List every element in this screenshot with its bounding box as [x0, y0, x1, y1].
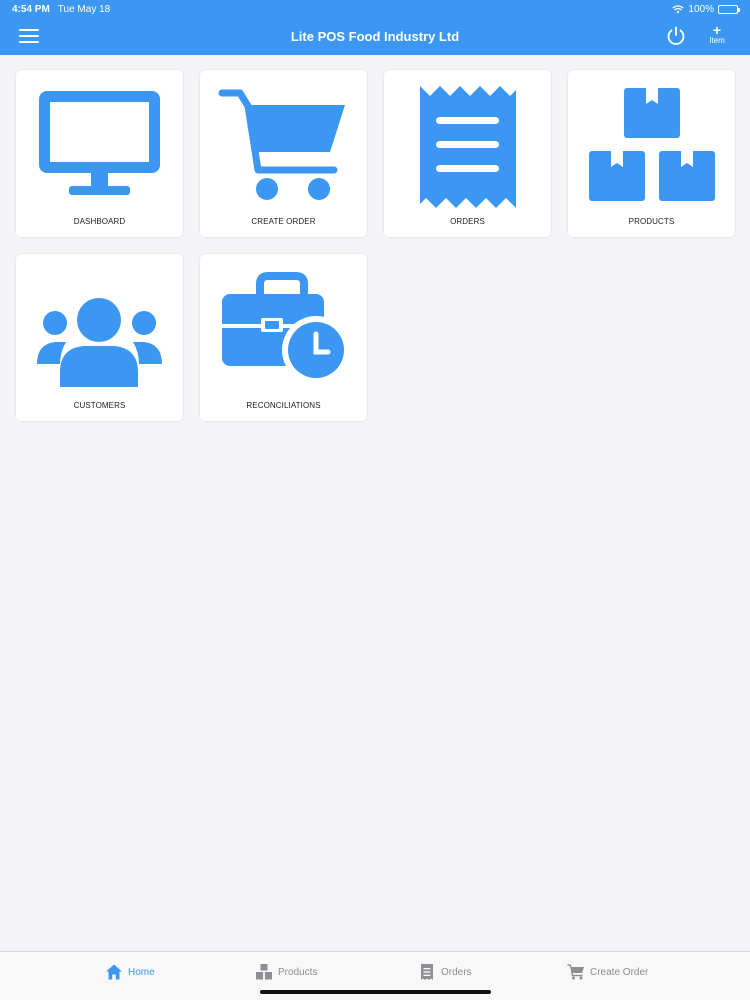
add-item-button[interactable]: + Item	[703, 22, 731, 50]
tab-label: Home	[128, 966, 155, 978]
tile-label: RECONCILIATIONS	[246, 401, 321, 410]
status-time: 4:54 PM	[12, 3, 50, 15]
receipt-icon	[420, 86, 516, 208]
home-icon	[106, 964, 122, 980]
people-icon	[37, 298, 162, 387]
tile-label: ORDERS	[450, 217, 485, 226]
tile-customers[interactable]: CUSTOMERS	[16, 254, 183, 421]
tab-home[interactable]: Home	[105, 961, 155, 983]
boxes-icon	[589, 88, 715, 201]
tile-create-order[interactable]: CREATE ORDER	[200, 70, 367, 237]
power-icon[interactable]	[665, 25, 687, 47]
status-date: Tue May 18	[57, 3, 111, 15]
shopping-cart-icon	[567, 964, 584, 980]
tile-products[interactable]: PRODUCTS	[568, 70, 735, 237]
tab-label: Create Order	[590, 966, 649, 978]
wifi-icon	[672, 4, 685, 13]
tab-create-order[interactable]: Create Order	[567, 961, 648, 983]
tile-dashboard[interactable]: DASHBOARD	[16, 70, 183, 237]
tab-label: Orders	[441, 966, 472, 978]
tile-reconciliations[interactable]: RECONCILIATIONS	[200, 254, 367, 421]
shopping-cart-icon	[218, 89, 345, 200]
plus-icon: +	[712, 22, 722, 38]
briefcase-clock-icon	[222, 272, 349, 384]
battery-icon	[718, 4, 740, 14]
home-indicator	[260, 990, 491, 994]
page-title: Lite POS Food Industry Ltd	[290, 29, 460, 44]
tab-orders[interactable]: Orders	[418, 961, 472, 983]
navigation-bar: Lite POS Food Industry Ltd + Item	[0, 18, 750, 55]
tile-label: CREATE ORDER	[251, 217, 316, 226]
tile-label: PRODUCTS	[628, 217, 675, 226]
boxes-icon	[256, 964, 272, 980]
status-bar: 4:54 PM Tue May 18 100%	[0, 0, 750, 18]
add-item-label: Item	[709, 36, 725, 45]
tile-label: CUSTOMERS	[73, 401, 126, 410]
monitor-icon	[39, 91, 160, 195]
tile-orders[interactable]: ORDERS	[384, 70, 551, 237]
battery-percent: 100%	[688, 3, 714, 15]
hamburger-menu-icon[interactable]	[18, 27, 40, 45]
receipt-icon	[421, 964, 433, 980]
tab-products[interactable]: Products	[255, 961, 317, 983]
tile-label: DASHBOARD	[73, 217, 126, 226]
tab-label: Products	[278, 966, 318, 978]
